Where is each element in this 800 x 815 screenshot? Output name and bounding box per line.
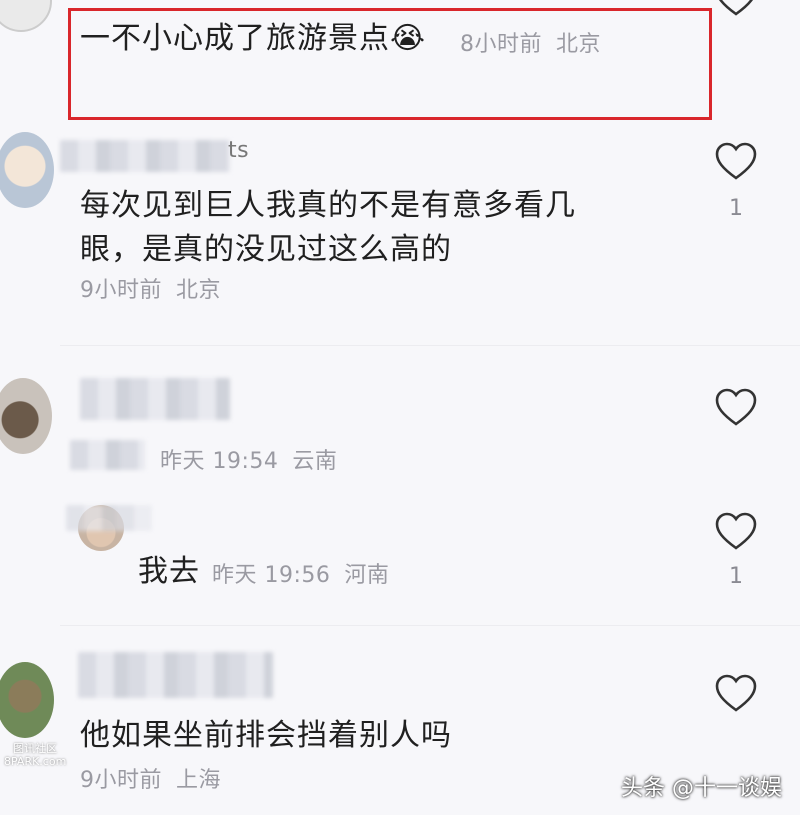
username-blurred: [78, 652, 273, 698]
comment-text: 他如果坐前排会挡着别人吗: [80, 718, 452, 753]
comment-time: 昨天 19:56: [212, 563, 331, 588]
avatar[interactable]: [0, 0, 52, 32]
like-count: 1: [729, 196, 743, 221]
comment-text-line: 每次见到巨人我真的不是有意多看几: [80, 188, 576, 223]
comment-meta: 昨天 19:54 云南: [160, 443, 337, 475]
comment-time: 9小时前: [80, 278, 162, 303]
comment-location: 河南: [344, 563, 390, 588]
avatar[interactable]: [0, 378, 52, 454]
avatar[interactable]: [0, 132, 54, 208]
username-blurred: [80, 378, 230, 420]
heart-icon[interactable]: [714, 674, 758, 714]
watermark-left-line: 8PARK.com: [4, 755, 67, 768]
comment-text: 一不小心成了旅游景点😭: [80, 21, 427, 56]
comment-text: 每次见到巨人我真的不是有意多看几 眼，是真的没见过这么高的: [80, 184, 576, 273]
comment-time: 9小时前: [80, 768, 162, 793]
watermark-left-line: 图讯社区: [13, 742, 58, 755]
comment-meta: 9小时前 北京: [80, 272, 221, 304]
like-count: 1: [729, 564, 743, 589]
heart-icon[interactable]: [714, 142, 758, 182]
comment-location: 云南: [292, 449, 338, 474]
reply-username-blurred: [66, 505, 152, 531]
reply-blurred: [70, 440, 145, 470]
comment-time: 昨天 19:54: [160, 449, 279, 474]
comment-meta: 9小时前 上海: [80, 762, 221, 794]
username-blurred: [60, 140, 230, 172]
comment-text-line: 眼，是真的没见过这么高的: [80, 232, 452, 268]
comment-location: 北京: [556, 32, 602, 57]
divider: [60, 625, 800, 626]
username-suffix: ts: [228, 138, 250, 163]
watermark-left: 图讯社区 8PARK.com: [4, 742, 66, 768]
comment-location: 上海: [176, 768, 222, 793]
watermark-right: 头条 @十一谈娱: [621, 776, 782, 801]
comment-meta: 8小时前 北京: [460, 26, 601, 58]
comment-meta: 昨天 19:56 河南: [212, 557, 389, 589]
comment-text: 我去: [138, 554, 200, 589]
comment-time: 8小时前: [460, 32, 542, 57]
comment-location: 北京: [176, 278, 222, 303]
divider: [60, 345, 800, 346]
heart-icon[interactable]: [714, 0, 758, 18]
avatar[interactable]: [0, 662, 54, 738]
heart-icon[interactable]: [714, 512, 758, 552]
heart-icon[interactable]: [714, 388, 758, 428]
